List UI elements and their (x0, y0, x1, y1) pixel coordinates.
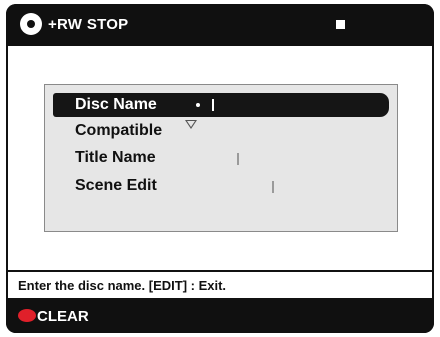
footer-bar: CLEAR (6, 300, 434, 333)
down-arrow-icon (185, 120, 197, 129)
menu-item-title-name[interactable]: Title Name (53, 146, 389, 170)
menu-item-scene-edit[interactable]: Scene Edit (53, 174, 389, 198)
menu-item-disc-name[interactable]: Disc Name (53, 93, 389, 117)
disc-settings-menu: Disc Name Compatible Title Name Scene Ed… (44, 84, 398, 232)
red-button-icon[interactable] (18, 309, 36, 322)
bullet-icon (196, 103, 200, 107)
header-bar: +RW​ STOP (6, 4, 434, 46)
status-message: Enter the disc name. [EDIT] : Exit. (18, 278, 227, 293)
text-cursor-icon (272, 181, 274, 193)
osd-screen: +RW​ STOP Disc Name Compatible Title Nam… (6, 4, 434, 333)
disc-type-label: +RW (48, 16, 83, 33)
text-cursor-icon (212, 99, 214, 111)
disc-icon (20, 13, 42, 35)
menu-item-label: Scene Edit (75, 177, 157, 194)
menu-item-compatible[interactable]: Compatible (53, 119, 389, 143)
status-bar: Enter the disc name. [EDIT] : Exit. (8, 272, 432, 298)
menu-item-label: Compatible (75, 122, 163, 139)
menu-item-label: Title Name (75, 149, 156, 166)
content-area: Disc Name Compatible Title Name Scene Ed… (8, 46, 432, 270)
clear-label[interactable]: CLEAR (37, 308, 89, 325)
stop-icon (336, 20, 345, 29)
menu-item-label: Disc Name (75, 96, 157, 113)
text-cursor-icon (237, 153, 239, 165)
disc-status: +RW​ STOP (48, 16, 128, 33)
playback-status-label: STOP (86, 16, 129, 33)
